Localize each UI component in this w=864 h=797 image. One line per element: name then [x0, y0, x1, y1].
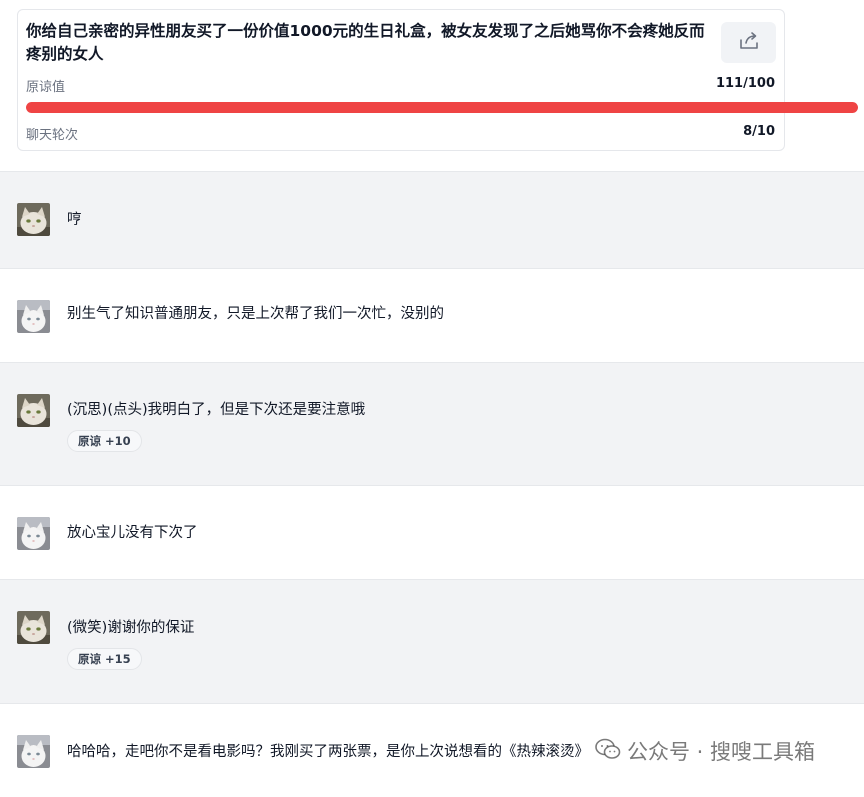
white-cat-avatar-icon: [17, 735, 50, 768]
share-button[interactable]: [721, 22, 776, 63]
chat-message-user: 别生气了知识普通朋友，只是上次帮了我们一次忙，没别的: [0, 268, 864, 362]
chat-message-user: 放心宝儿没有下次了: [0, 485, 864, 579]
forgiveness-progress-bar: [26, 102, 858, 113]
message-text: 放心宝儿没有下次了: [67, 525, 198, 541]
chat-message-girlfriend: (微笑)谢谢你的保证 原谅 +15: [0, 579, 864, 703]
share-icon: [738, 31, 760, 55]
scenario-title: 你给自己亲密的异性朋友买了一份价值1000元的生日礼盒，被女友发现了之后她骂你不…: [26, 22, 705, 63]
chat-transcript: 哼 别生气了知识普通朋友，只是上次帮了我们一次忙，没别的 (沉思)(点头)我明白…: [0, 171, 864, 797]
white-cat-avatar-icon: [17, 300, 50, 333]
forgiveness-progress-fill: [26, 102, 858, 113]
rounds-label: 聊天轮次: [26, 128, 79, 143]
wechat-icon: [595, 738, 621, 765]
cat-avatar-icon: [17, 611, 50, 644]
message-text: 别生气了知识普通朋友，只是上次帮了我们一次忙，没别的: [67, 306, 444, 322]
forgiveness-value: 111/100: [715, 76, 775, 91]
badge-label: 原谅: [78, 434, 101, 448]
forgiveness-delta-badge: 原谅 +15: [67, 648, 142, 670]
forgiveness-delta-badge: 原谅 +10: [67, 430, 142, 452]
badge-label: 原谅: [78, 652, 101, 666]
badge-delta: +15: [105, 652, 131, 666]
watermark: 公众号 · 搜嗖工具箱: [595, 736, 815, 766]
watermark-text: 公众号 · 搜嗖工具箱: [627, 740, 816, 764]
white-cat-avatar-icon: [17, 517, 50, 550]
message-text: (微笑)谢谢你的保证: [67, 620, 195, 636]
cat-avatar-icon: [17, 394, 50, 427]
message-text: 哼: [67, 212, 82, 228]
scenario-card: 你给自己亲密的异性朋友买了一份价值1000元的生日礼盒，被女友发现了之后她骂你不…: [17, 9, 858, 151]
badge-delta: +10: [105, 434, 131, 448]
message-text: 哈哈哈，走吧你不是看电影吗？我刚买了两张票，是你上次说想看的《热辣滚烫》: [67, 744, 589, 760]
cat-avatar-icon: [17, 203, 50, 236]
rounds-value: 8/10: [743, 124, 775, 139]
chat-message-girlfriend: 哼: [0, 171, 864, 268]
forgiveness-label: 原谅值: [26, 80, 66, 95]
chat-message-girlfriend: (沉思)(点头)我明白了，但是下次还是要注意哦 原谅 +10: [0, 362, 864, 485]
message-text: (沉思)(点头)我明白了，但是下次还是要注意哦: [67, 402, 366, 418]
